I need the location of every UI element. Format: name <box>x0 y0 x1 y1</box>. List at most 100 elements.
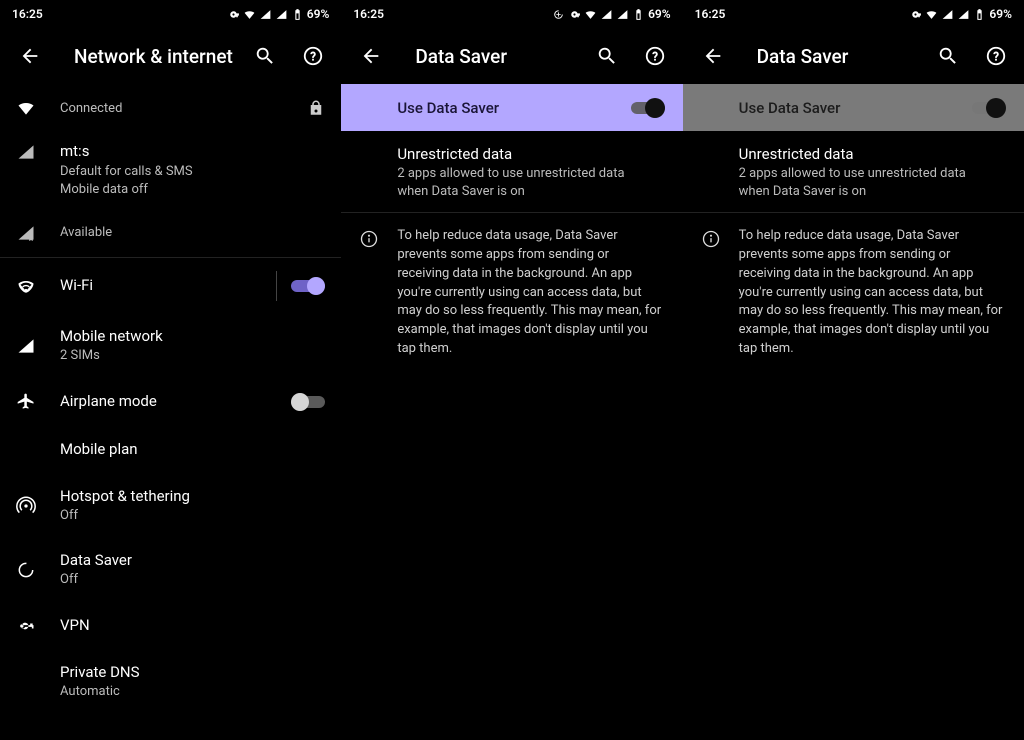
search-icon <box>596 45 618 67</box>
search-button[interactable] <box>928 36 968 76</box>
battery-icon <box>632 8 645 21</box>
airplane-toggle[interactable] <box>291 393 325 411</box>
wifi-toggle[interactable] <box>291 277 325 295</box>
status-right: 69% <box>909 7 1012 21</box>
row-title: Mobile network <box>60 327 325 347</box>
row-connected[interactable]: Connected <box>0 84 341 132</box>
signal-icon <box>941 8 954 21</box>
separator <box>276 271 277 301</box>
status-bar: 16:25 69% <box>0 0 341 28</box>
info-icon <box>359 227 397 359</box>
signal-full-icon <box>16 336 60 356</box>
signal-icon-2 <box>275 8 288 21</box>
data-saver-status-icon <box>552 8 565 21</box>
row-airplane-mode[interactable]: Airplane mode <box>0 378 341 426</box>
battery-percent: 69% <box>307 7 330 21</box>
section-desc: 2 apps allowed to use unrestricted data … <box>397 165 657 200</box>
panel-network-internet: 16:25 69% Network & internet Connected <box>0 0 341 740</box>
sim-signal-icon <box>16 142 60 162</box>
battery-percent: 69% <box>989 7 1012 21</box>
search-button[interactable] <box>245 36 285 76</box>
row-sub: Automatic <box>60 683 325 701</box>
status-time: 16:25 <box>353 7 384 21</box>
arrow-back-icon <box>360 45 382 67</box>
help-button[interactable] <box>293 36 333 76</box>
signal-icon <box>259 8 272 21</box>
help-icon <box>644 45 666 67</box>
arrow-back-icon <box>702 45 724 67</box>
row-sub: Off <box>60 571 325 589</box>
row-mts[interactable]: mt:s Default for calls & SMS Mobile data… <box>0 132 341 209</box>
wifi-icon <box>925 8 938 21</box>
search-button[interactable] <box>587 36 627 76</box>
info-row: To help reduce data usage, Data Saver pr… <box>683 213 1024 373</box>
wifi-connected-icon <box>16 98 60 118</box>
row-mobile-network[interactable]: Mobile network 2 SIMs <box>0 314 341 378</box>
signal-icon-2 <box>616 8 629 21</box>
help-icon <box>302 45 324 67</box>
row-title: Private DNS <box>60 663 325 683</box>
use-data-saver-label: Use Data Saver <box>739 99 841 117</box>
data-saver-toggle[interactable] <box>972 99 1006 117</box>
row-unrestricted-data[interactable]: Unrestricted data 2 apps allowed to use … <box>683 131 1024 212</box>
back-button[interactable] <box>10 36 50 76</box>
info-text: To help reduce data usage, Data Saver pr… <box>739 227 1004 359</box>
vpn-key-icon <box>909 8 922 21</box>
row-mobile-plan[interactable]: Mobile plan <box>0 426 341 474</box>
section-desc: 2 apps allowed to use unrestricted data … <box>739 165 999 200</box>
use-data-saver-row[interactable]: Use Data Saver <box>683 84 1024 131</box>
page-title: Network & internet <box>58 45 237 68</box>
signal-icon <box>600 8 613 21</box>
info-row: To help reduce data usage, Data Saver pr… <box>341 213 682 373</box>
row-title: Data Saver <box>60 551 325 571</box>
signal-icon-2 <box>957 8 970 21</box>
row-sub: Off <box>60 507 325 525</box>
back-button[interactable] <box>351 36 391 76</box>
row-sub: Connected <box>60 100 299 118</box>
row-hotspot[interactable]: Hotspot & tethering Off <box>0 474 341 538</box>
wifi-icon <box>243 8 256 21</box>
row-vpn[interactable]: VPN <box>0 602 341 650</box>
row-unrestricted-data[interactable]: Unrestricted data 2 apps allowed to use … <box>341 131 682 212</box>
row-sub: Available <box>60 224 325 242</box>
settings-list: Connected mt:s Default for calls & SMS M… <box>0 84 341 740</box>
info-icon <box>701 227 739 359</box>
row-private-dns[interactable]: Private DNS Automatic <box>0 650 341 714</box>
status-time: 16:25 <box>695 7 726 21</box>
vpn-key-icon <box>16 616 60 636</box>
back-button[interactable] <box>693 36 733 76</box>
row-title: Airplane mode <box>60 392 291 412</box>
vpn-key-icon <box>227 8 240 21</box>
app-bar: Data Saver <box>683 28 1024 84</box>
search-icon <box>937 45 959 67</box>
status-bar: 16:25 69% <box>683 0 1024 28</box>
app-bar: Data Saver <box>341 28 682 84</box>
battery-percent: 69% <box>648 7 671 21</box>
lock-icon <box>307 99 325 117</box>
wifi-icon <box>584 8 597 21</box>
help-button[interactable] <box>635 36 675 76</box>
row-sub: 2 SIMs <box>60 347 325 365</box>
vpn-key-icon <box>568 8 581 21</box>
row-data-saver[interactable]: Data Saver Off <box>0 538 341 602</box>
help-button[interactable] <box>976 36 1016 76</box>
search-icon <box>254 45 276 67</box>
wifi-icon <box>16 276 60 296</box>
section-title: Unrestricted data <box>397 145 664 163</box>
row-sub2: Mobile data off <box>60 181 325 199</box>
use-data-saver-row[interactable]: Use Data Saver <box>341 84 682 131</box>
app-bar: Network & internet <box>0 28 341 84</box>
row-title: Wi-Fi <box>60 276 276 296</box>
help-icon <box>985 45 1007 67</box>
row-available[interactable]: Available <box>0 209 341 257</box>
battery-icon <box>973 8 986 21</box>
hotspot-icon <box>16 496 60 516</box>
battery-icon <box>291 8 304 21</box>
row-title: Hotspot & tethering <box>60 487 325 507</box>
status-right: 69% <box>227 7 330 21</box>
section-title: Unrestricted data <box>739 145 1006 163</box>
row-sub1: Default for calls & SMS <box>60 163 325 181</box>
panel-data-saver-on: 16:25 69% Data Saver Use Data Saver Unre… <box>341 0 682 740</box>
data-saver-toggle[interactable] <box>631 99 665 117</box>
row-wifi[interactable]: Wi-Fi <box>0 258 341 314</box>
